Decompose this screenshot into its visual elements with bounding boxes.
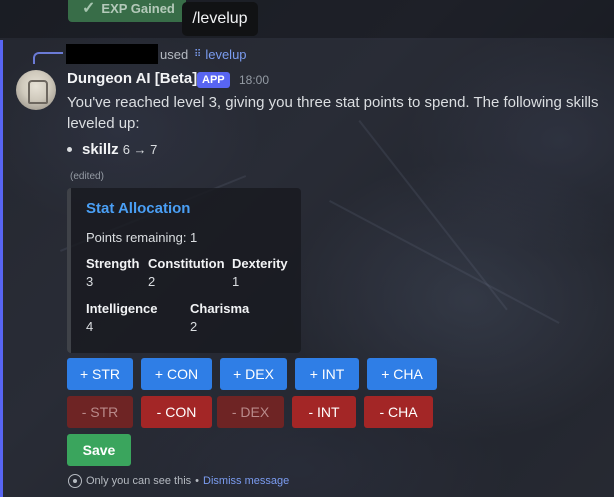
field-name: Strength (86, 256, 140, 271)
skill-change: 6 → 7 (122, 142, 158, 157)
eye-icon (68, 474, 82, 488)
only-you-label: Only you can see this (86, 475, 192, 487)
check-icon: ✓ (82, 0, 96, 17)
remove-str-button: - STR (67, 396, 133, 428)
remove-cha-button[interactable]: - CHA (364, 396, 433, 428)
author-name[interactable]: Dungeon AI [Beta] (67, 70, 197, 87)
command-name: levelup (205, 47, 247, 62)
save-button[interactable]: Save (67, 434, 131, 466)
add-int-button[interactable]: + INT (295, 358, 359, 390)
footer-separator: • (195, 475, 200, 487)
embed-title: Stat Allocation (86, 200, 191, 217)
field-value: 2 (148, 274, 156, 289)
field-value: 1 (232, 274, 240, 289)
points-remaining: Points remaining: 1 (86, 230, 198, 245)
command-link[interactable]: ⠿ levelup (194, 47, 247, 62)
field-charisma: Charisma 2 (190, 300, 249, 336)
field-name: Dexterity (232, 256, 288, 271)
remove-dex-button: - DEX (217, 396, 284, 428)
field-constitution: Constitution 2 (148, 255, 225, 291)
skill-list-item: skillz 6 → 7 (67, 139, 157, 160)
skill-name: skillz (82, 141, 119, 158)
message-highlight-bar (0, 40, 3, 497)
dismiss-message-link[interactable]: Dismiss message (203, 475, 289, 487)
command-tooltip: /levelup (182, 2, 258, 36)
app-badge: APP (197, 72, 230, 88)
slash-command-icon: ⠿ (194, 49, 202, 60)
field-name: Intelligence (86, 301, 158, 316)
exp-gained-label: EXP Gained (101, 0, 175, 16)
edited-label: (edited) (70, 171, 104, 182)
add-cha-button[interactable]: + CHA (367, 358, 437, 390)
bullet-dot (67, 147, 72, 152)
add-dex-button[interactable]: + DEX (220, 358, 287, 390)
field-dexterity: Dexterity 1 (232, 255, 288, 291)
exp-gained-button[interactable]: ✓ EXP Gained (68, 0, 186, 22)
message-text: You've reached level 3, giving you three… (67, 94, 599, 132)
field-strength: Strength 3 (86, 255, 139, 291)
field-value: 3 (86, 274, 94, 289)
reply-connector (33, 52, 63, 64)
field-name: Charisma (190, 301, 250, 316)
remove-con-button[interactable]: - CON (141, 396, 212, 428)
ephemeral-notice: Only you can see this • Dismiss message (68, 474, 289, 488)
field-name: Constitution (148, 256, 225, 271)
remove-int-button[interactable]: - INT (292, 396, 356, 428)
add-str-button[interactable]: + STR (67, 358, 133, 390)
field-intelligence: Intelligence 4 (86, 300, 158, 336)
redacted-username (66, 44, 158, 64)
stat-allocation-embed: Stat Allocation Points remaining: 1 Stre… (67, 188, 301, 353)
used-label: used (160, 47, 189, 62)
avatar[interactable] (16, 70, 56, 110)
add-con-button[interactable]: + CON (141, 358, 212, 390)
field-value: 4 (86, 319, 94, 334)
field-value: 2 (190, 319, 198, 334)
timestamp[interactable]: 18:00 (239, 73, 269, 87)
